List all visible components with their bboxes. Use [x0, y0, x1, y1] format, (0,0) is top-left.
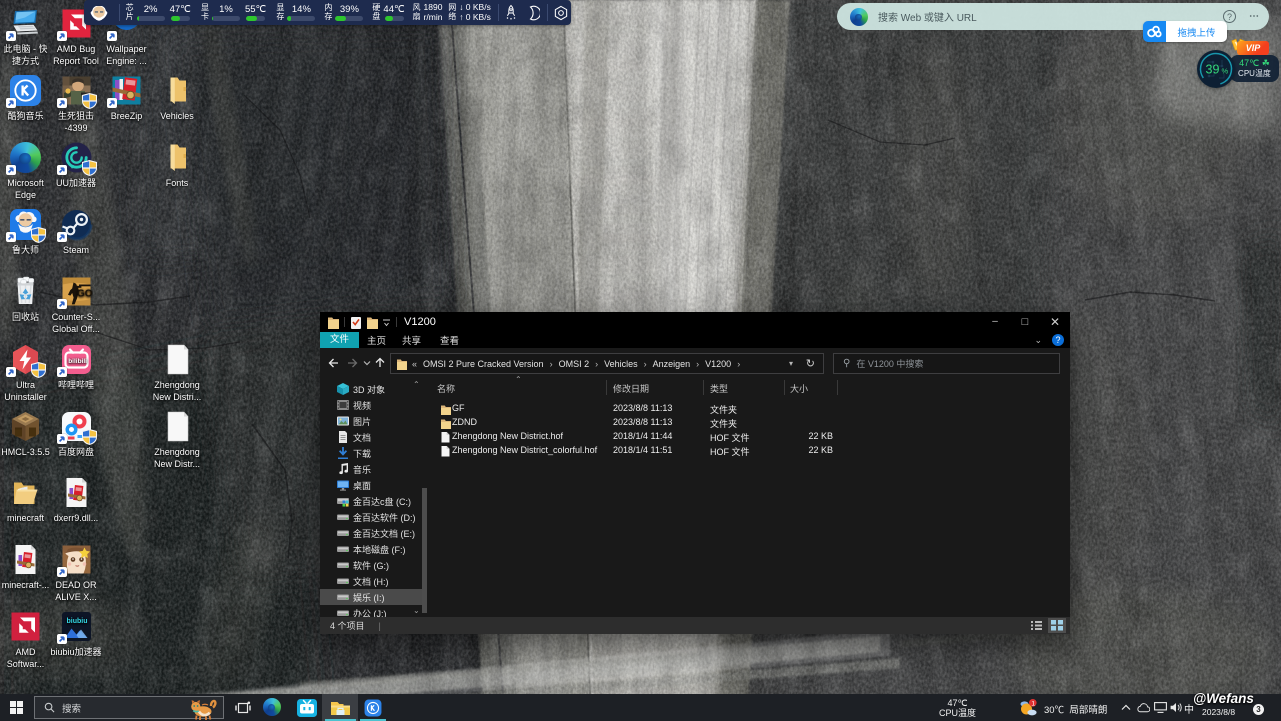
svg-text:%: %	[1222, 67, 1229, 76]
svg-text:1: 1	[1031, 700, 1035, 707]
svg-text:biubiu: biubiu	[66, 618, 87, 625]
svg-text:39: 39	[1206, 63, 1220, 77]
svg-text:bilibili: bilibili	[68, 358, 87, 365]
svg-text:GO: GO	[77, 289, 93, 300]
